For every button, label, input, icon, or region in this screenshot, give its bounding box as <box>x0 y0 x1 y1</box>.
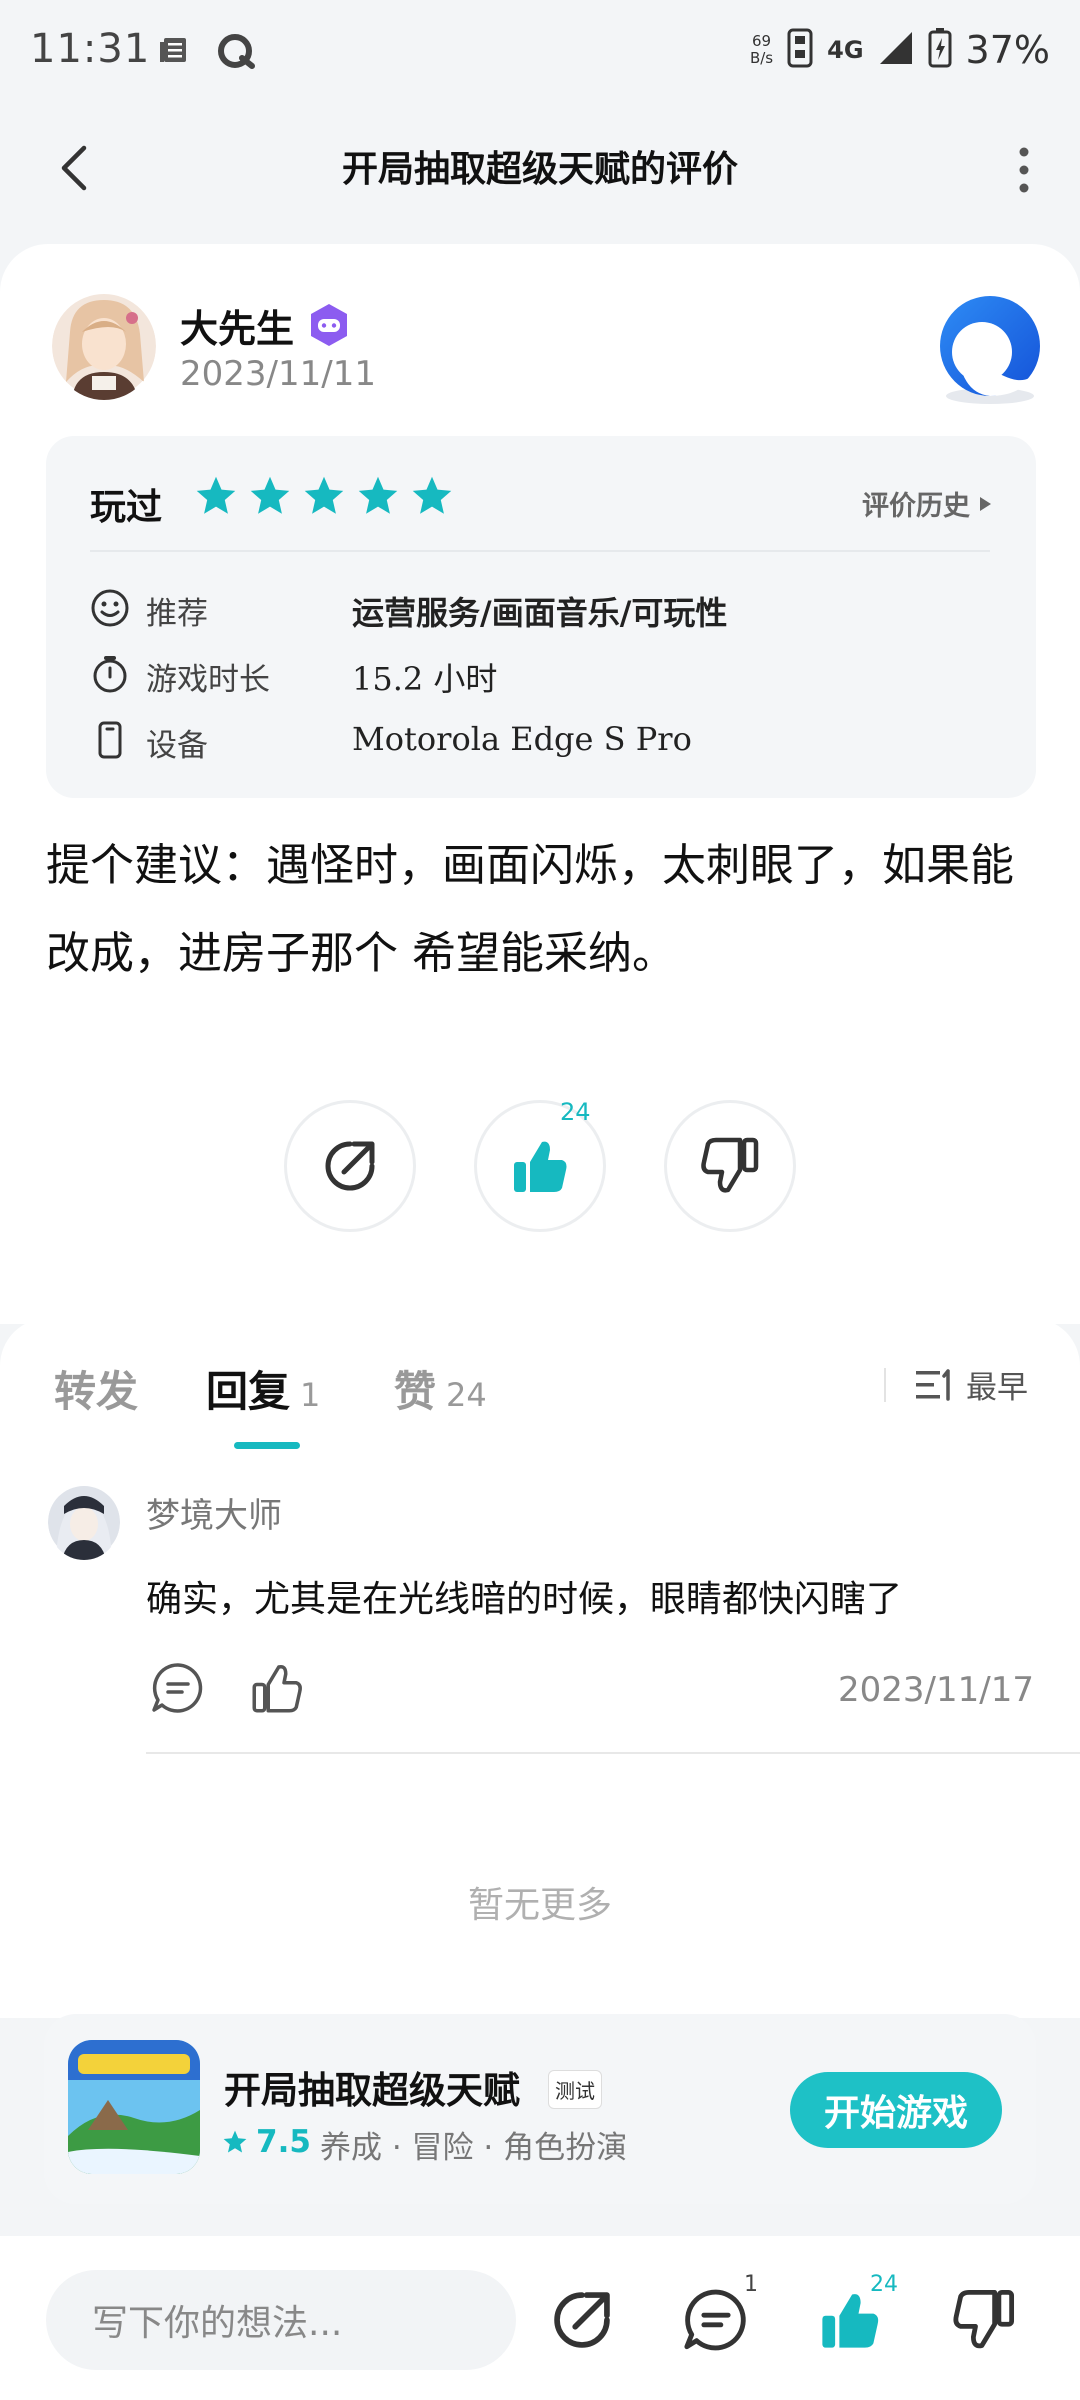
sort-label: 最早 <box>966 1370 1028 1406</box>
played-label: 玩过 <box>90 487 163 528</box>
info-row-recommend: 推荐 运营服务/画面音乐/可玩性 <box>90 588 990 632</box>
game-title[interactable]: 开局抽取超级天赋 <box>224 2060 520 2114</box>
divider <box>884 1368 886 1402</box>
browser-notification-icon <box>216 32 256 72</box>
more-button[interactable] <box>1012 140 1036 200</box>
dislike-button[interactable] <box>664 1100 796 1232</box>
reply-user-name[interactable]: 梦境大师 <box>146 1488 282 1537</box>
review-history-link[interactable]: 评价历史 <box>862 484 992 523</box>
info-label: 推荐 <box>146 596 208 632</box>
star-icon <box>412 476 452 514</box>
signal-icon <box>878 30 914 70</box>
star-icon <box>304 476 344 514</box>
bottom-comment-button[interactable] <box>682 2286 750 2354</box>
back-button[interactable] <box>50 138 98 198</box>
tab-reply-label: 回复 <box>206 1367 291 1416</box>
phone-icon <box>90 720 130 760</box>
bottom-like-count: 24 <box>870 2272 898 2297</box>
share-icon <box>325 1141 375 1191</box>
info-value: 15.2 小时 <box>352 660 498 698</box>
game-icon[interactable] <box>68 2040 200 2174</box>
tab-like-count: 24 <box>446 1376 487 1414</box>
star-icon <box>223 2130 247 2153</box>
tab-like-label: 赞 <box>394 1367 437 1416</box>
info-value: Motorola Edge S Pro <box>352 720 692 758</box>
info-label: 设备 <box>146 728 208 764</box>
more-vertical-icon <box>1019 147 1029 193</box>
user-name[interactable]: 大先生 <box>180 298 294 353</box>
divider <box>90 550 990 552</box>
network-type: 4G <box>827 36 864 64</box>
bottom-dislike-button[interactable] <box>950 2286 1018 2354</box>
net-speed: 69 B/s <box>750 33 773 67</box>
page-title: 开局抽取超级天赋的评价 <box>341 149 738 190</box>
app-logo-icon <box>932 292 1048 408</box>
reply-like-button[interactable] <box>248 1660 306 1716</box>
battery-icon <box>928 28 952 72</box>
reply-date: 2023/11/17 <box>838 1670 1034 1710</box>
tab-forward[interactable]: 转发 <box>54 1358 138 1419</box>
review-text: 提个建议：遇怪时，画面闪烁，太刺眼了，如果能改成，进房子那个 希望能采纳。 <box>46 840 1014 979</box>
comment-icon <box>684 2289 746 2351</box>
gamer-badge-icon <box>306 302 352 348</box>
sort-button[interactable]: 最早 <box>914 1362 1028 1407</box>
info-row-playtime: 游戏时长 15.2 小时 <box>90 654 990 698</box>
rating-stars <box>194 474 454 518</box>
reply-avatar[interactable] <box>48 1484 120 1560</box>
comment-icon <box>152 1663 203 1713</box>
smile-icon <box>90 588 130 628</box>
share-icon <box>554 2292 610 2348</box>
thumbs-up-icon <box>252 1664 302 1713</box>
status-time: 11:31 <box>30 26 151 72</box>
thumbs-down-icon <box>953 2289 1015 2349</box>
reply-comment-button[interactable] <box>150 1660 206 1716</box>
test-badge: 测试 <box>548 2070 602 2109</box>
comment-input[interactable]: 写下你的想法... <box>46 2270 516 2370</box>
notification-icon <box>158 34 190 66</box>
star-icon <box>358 476 398 514</box>
like-count: 24 <box>560 1098 591 1126</box>
star-icon <box>250 476 290 514</box>
review-history-label: 评价历史 <box>862 491 970 522</box>
tab-reply-count: 1 <box>300 1376 321 1414</box>
info-label: 游戏时长 <box>146 662 270 698</box>
battery-percent: 37% <box>965 28 1050 72</box>
no-more-text: 暂无更多 <box>467 1885 612 1926</box>
rating-value: 7.5 <box>256 2124 311 2160</box>
data-saver-icon <box>787 28 813 72</box>
game-rating: 7.5 <box>222 2124 311 2160</box>
star-icon <box>196 476 236 514</box>
net-speed-value: 69 <box>751 32 772 50</box>
share-button[interactable] <box>284 1100 416 1232</box>
play-game-button[interactable]: 开始游戏 <box>790 2072 1002 2148</box>
status-indicators: 69 B/s 4G 37% <box>750 24 1050 76</box>
triangle-right-icon <box>980 496 991 511</box>
avatar[interactable] <box>52 292 156 400</box>
net-speed-unit: B/s <box>749 49 774 67</box>
tab-indicator <box>234 1442 300 1449</box>
game-tags: 养成 · 冒险 · 角色扮演 <box>320 2130 628 2166</box>
sort-icon <box>916 1368 950 1401</box>
chevron-left-icon <box>61 145 87 191</box>
thumbs-up-filled-icon <box>514 1141 567 1192</box>
info-row-device: 设备 Motorola Edge S Pro <box>90 720 990 764</box>
tab-reply[interactable]: 回复 1 <box>206 1358 320 1419</box>
comment-count: 1 <box>744 2272 758 2297</box>
status-bar: 11:31 69 B/s 4G 37% <box>0 0 1080 100</box>
thumbs-down-icon <box>701 1137 759 1193</box>
tab-like[interactable]: 赞 24 <box>394 1358 487 1419</box>
bottom-share-button[interactable] <box>548 2286 616 2354</box>
info-value: 运营服务/画面音乐/可玩性 <box>352 594 728 632</box>
reply-text: 确实，尤其是在光线暗的时候，眼睛都快闪瞎了 <box>146 1579 903 1620</box>
divider <box>146 1752 1080 1754</box>
review-date: 2023/11/11 <box>180 354 376 394</box>
timer-icon <box>90 654 130 694</box>
